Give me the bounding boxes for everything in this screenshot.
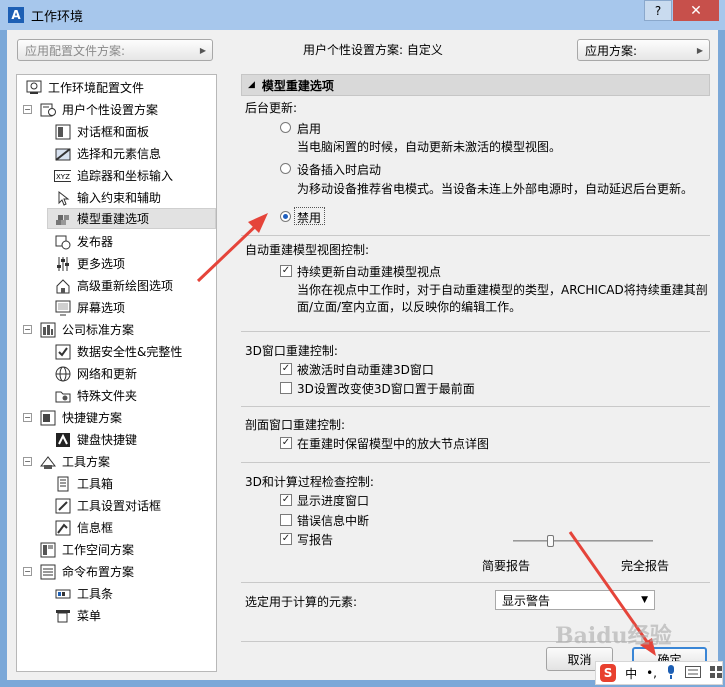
annotation-arrow-1 [196, 218, 264, 283]
ime-toolbar[interactable]: S 中 •, [595, 661, 723, 685]
ime-punctuation[interactable]: •, [646, 666, 657, 680]
grid-menu-icon[interactable] [710, 665, 722, 681]
microphone-icon[interactable] [666, 664, 676, 682]
keyboard-icon[interactable] [685, 665, 701, 681]
ime-mode[interactable]: 中 [625, 665, 637, 682]
sogou-logo-icon: S [600, 664, 617, 682]
baidu-watermark: Baidu经验 [555, 623, 672, 649]
annotation-arrows [196, 213, 656, 656]
